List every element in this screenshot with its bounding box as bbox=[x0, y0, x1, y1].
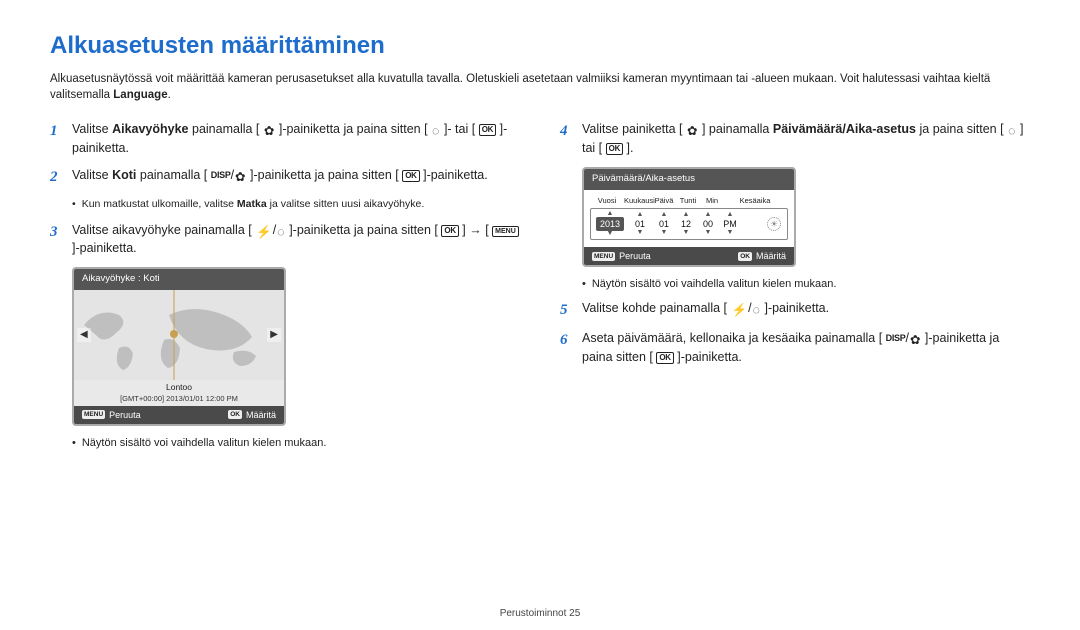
map-next-icon[interactable]: ▶ bbox=[267, 328, 281, 342]
menu-icon: MENU bbox=[82, 410, 105, 419]
step-5: 5 Valitse kohde painamalla [ ⚡/◌ ]-paini… bbox=[560, 300, 1030, 320]
timezone-confirm[interactable]: OK Määritä bbox=[228, 409, 276, 421]
ok-icon: OK bbox=[479, 124, 496, 136]
ok-icon: OK bbox=[656, 352, 673, 364]
flower-icon: ✿ bbox=[910, 332, 920, 349]
step-6: 6 Aseta päivämäärä, kellonaika ja kesäai… bbox=[560, 330, 1030, 366]
flower-icon: ✿ bbox=[687, 123, 697, 140]
ok-icon: OK bbox=[606, 143, 623, 155]
intro-text: Alkuasetusnäytössä voit määrittää kamera… bbox=[50, 72, 1030, 103]
step-3: 3 Valitse aikavyöhyke painamalla [ ⚡/◌ ]… bbox=[50, 222, 520, 258]
menu-icon: MENU bbox=[492, 226, 519, 237]
step-4: 4 Valitse painiketta [ ✿ ] painamalla Pä… bbox=[560, 121, 1030, 157]
map-prev-icon[interactable]: ◀ bbox=[77, 328, 91, 342]
step-1: 1 Valitse Aikavyöhyke painamalla [ ✿ ]-p… bbox=[50, 121, 520, 157]
timer-icon: ◌ bbox=[432, 123, 439, 140]
month-stepper[interactable]: ▲01▼ bbox=[627, 212, 653, 236]
ok-icon: OK bbox=[402, 170, 419, 182]
datetime-row: ▲ 2013 ▼ ▲01▼ ▲01▼ ▲12▼ ▲00▼ bbox=[590, 208, 788, 240]
page-title: Alkuasetusten määrittäminen bbox=[50, 30, 1030, 62]
ok-icon: OK bbox=[441, 225, 458, 237]
timer-icon: ◌ bbox=[753, 302, 760, 319]
note-right: Näytön sisältö voi vaihdella valitun kie… bbox=[582, 277, 1030, 292]
day-stepper[interactable]: ▲01▼ bbox=[653, 212, 675, 236]
disp-icon: DISP bbox=[886, 333, 906, 343]
world-map: ◀ ▶ bbox=[74, 290, 284, 380]
timezone-detail: [GMT+00:00] 2013/01/01 12:00 PM bbox=[74, 394, 284, 404]
ampm-stepper[interactable]: ▲PM▼ bbox=[719, 212, 741, 236]
flash-icon: ⚡ bbox=[256, 224, 272, 241]
datetime-confirm[interactable]: OK Määritä bbox=[738, 250, 786, 262]
page-footer: Perustoiminnot 25 bbox=[0, 607, 1080, 621]
datetime-screenshot: Päivämäärä/Aika-asetus Vuosi Kuukausi Pä… bbox=[582, 167, 796, 267]
dst-toggle[interactable]: ☀ bbox=[741, 217, 785, 231]
datetime-labels: Vuosi Kuukausi Päivä Tunti Min Kesäaika bbox=[590, 196, 788, 206]
disp-icon: DISP bbox=[211, 170, 231, 180]
datetime-cancel[interactable]: MENU Peruuta bbox=[592, 250, 651, 262]
hour-stepper[interactable]: ▲12▼ bbox=[675, 212, 697, 236]
timezone-screenshot: Aikavyöhyke : Koti ◀ ▶ bbox=[72, 267, 286, 426]
step-2-sub: Kun matkustat ulkomaille, valitse Matka … bbox=[72, 197, 520, 211]
chevron-down-icon: ▼ bbox=[607, 231, 614, 237]
flower-icon: ✿ bbox=[264, 123, 274, 140]
flash-icon: ⚡ bbox=[731, 302, 747, 319]
timezone-cancel[interactable]: MENU Peruuta bbox=[82, 409, 141, 421]
flower-icon: ✿ bbox=[235, 169, 245, 186]
step-2: 2 Valitse Koti painamalla [ DISP/✿ ]-pai… bbox=[50, 167, 520, 187]
year-stepper[interactable]: ▲ 2013 ▼ bbox=[593, 211, 627, 237]
ok-icon: OK bbox=[228, 410, 242, 419]
ok-icon: OK bbox=[738, 252, 752, 261]
timezone-header: Aikavyöhyke : Koti bbox=[74, 269, 284, 290]
minute-stepper[interactable]: ▲00▼ bbox=[697, 212, 719, 236]
note-left: Näytön sisältö voi vaihdella valitun kie… bbox=[72, 436, 520, 451]
timer-icon: ◌ bbox=[1008, 123, 1015, 140]
menu-icon: MENU bbox=[592, 252, 615, 261]
datetime-header: Päivämäärä/Aika-asetus bbox=[584, 169, 794, 190]
timezone-city: Lontoo bbox=[74, 382, 284, 393]
timer-icon: ◌ bbox=[277, 224, 284, 241]
sun-icon: ☀ bbox=[767, 217, 781, 231]
